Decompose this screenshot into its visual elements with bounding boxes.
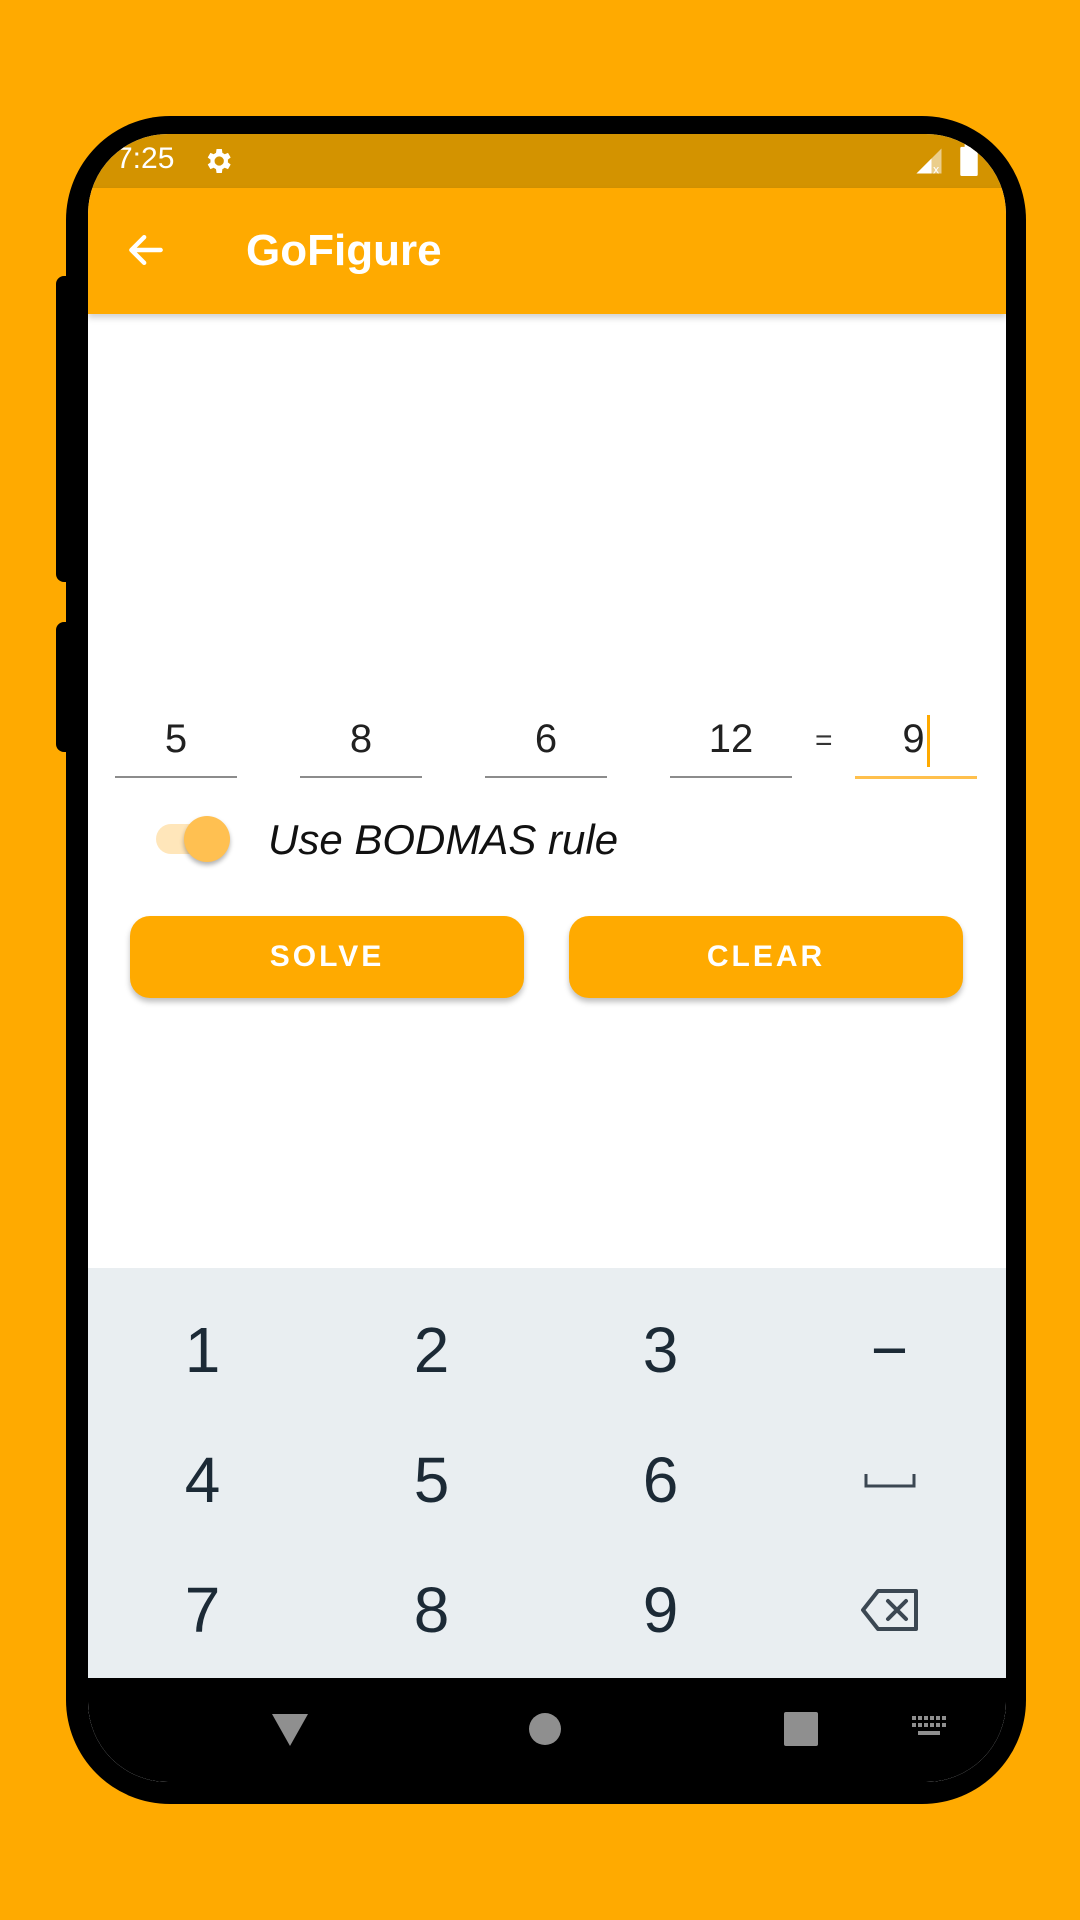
status-time: 7:25 — [116, 142, 175, 175]
key-5[interactable]: 5 — [317, 1415, 546, 1545]
keyboard-icon[interactable] — [912, 1716, 948, 1738]
key-1[interactable]: 1 — [88, 1285, 317, 1415]
solve-button[interactable]: SOLVE — [130, 916, 524, 998]
key-7[interactable]: 7 — [88, 1545, 317, 1675]
signal-icon: x — [916, 148, 942, 177]
key-3[interactable]: 3 — [546, 1285, 775, 1415]
switch-thumb — [184, 816, 230, 862]
bodmas-label: Use BODMAS rule — [268, 816, 619, 863]
home-circle-icon[interactable] — [528, 1712, 562, 1746]
app-bar: GoFigure — [88, 188, 1006, 314]
key-minus[interactable]: − — [775, 1285, 1004, 1415]
equals-sign: = — [815, 724, 833, 757]
number-input-2[interactable]: 8 — [300, 714, 422, 778]
arrow-left-icon[interactable] — [124, 228, 168, 272]
backspace-icon — [860, 1589, 918, 1631]
status-bar: 7:25 x — [88, 134, 1006, 188]
clear-button[interactable]: CLEAR — [569, 916, 963, 998]
key-2[interactable]: 2 — [317, 1285, 546, 1415]
key-backspace[interactable] — [775, 1545, 1004, 1675]
number-input-1[interactable]: 5 — [115, 714, 237, 778]
key-9[interactable]: 9 — [546, 1545, 775, 1675]
key-8[interactable]: 8 — [317, 1545, 546, 1675]
result-input[interactable]: 9 — [855, 714, 977, 779]
key-space[interactable] — [775, 1415, 1004, 1545]
navigation-bar — [88, 1678, 1006, 1782]
key-6[interactable]: 6 — [546, 1415, 775, 1545]
gear-icon — [207, 149, 231, 173]
svg-text:x: x — [933, 164, 940, 177]
text-cursor — [926, 715, 930, 768]
recents-square-icon[interactable] — [784, 1712, 818, 1746]
number-input-4[interactable]: 12 — [670, 714, 792, 778]
app-title: GoFigure — [246, 226, 442, 275]
back-triangle-icon[interactable] — [270, 1712, 310, 1748]
bodmas-switch[interactable] — [154, 808, 234, 864]
space-icon — [864, 1474, 915, 1488]
battery-icon — [960, 144, 978, 176]
number-input-3[interactable]: 6 — [485, 714, 607, 778]
key-4[interactable]: 4 — [88, 1415, 317, 1545]
screen: 7:25 x GoFigure 5 8 6 12 = 9 Use BODMAS … — [88, 134, 1006, 1782]
